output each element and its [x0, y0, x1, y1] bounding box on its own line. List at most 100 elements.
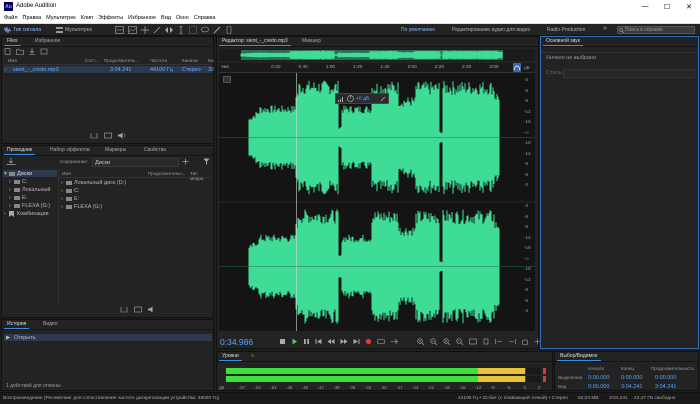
- list-expand-icon[interactable]: ›: [61, 204, 63, 210]
- slip-tool-icon[interactable]: [165, 26, 173, 34]
- stop-icon[interactable]: [279, 338, 286, 345]
- zoom-out-amplitude-icon[interactable]: [430, 338, 438, 345]
- tree-expand-icon[interactable]: ›: [9, 179, 11, 185]
- loop-playback-icon[interactable]: [377, 338, 385, 345]
- list-expand-icon[interactable]: ›: [61, 188, 63, 194]
- col-name[interactable]: Имя: [62, 171, 71, 176]
- volume-knob-icon[interactable]: [347, 95, 354, 102]
- rewind-icon[interactable]: [327, 338, 335, 345]
- lasso-tool-icon[interactable]: [201, 26, 209, 34]
- contents-dropdown[interactable]: Диски: [92, 158, 179, 167]
- tab-essential-sound[interactable]: Основной звук: [543, 38, 583, 46]
- menu-effects[interactable]: Эффекты: [98, 15, 123, 21]
- fast-forward-icon[interactable]: [340, 338, 348, 345]
- spectral-display-icon[interactable]: [115, 25, 124, 34]
- menu-multitrack[interactable]: Мультитрек: [46, 15, 76, 21]
- workspace-radio[interactable]: Radio Production: [547, 27, 585, 33]
- close-button[interactable]: ✕: [678, 0, 700, 13]
- new-file-icon[interactable]: [4, 48, 12, 55]
- add-shortcut-icon[interactable]: [182, 158, 189, 165]
- col-name[interactable]: Имя: [8, 58, 17, 63]
- time-selection-tool-icon[interactable]: [177, 25, 185, 34]
- help-search-input[interactable]: Поиск в справке: [617, 25, 695, 34]
- filter-icon[interactable]: [203, 158, 210, 165]
- razor-tool-icon[interactable]: [153, 26, 161, 34]
- table-row[interactable]: › sient_-_credo.mp3 3:04.241 44100 Гц Ст…: [4, 66, 214, 73]
- col-bits[interactable]: Би: [208, 58, 214, 63]
- tree-item-local[interactable]: › Локальный: [3, 186, 57, 194]
- close-file-icon[interactable]: [40, 48, 48, 55]
- list-item[interactable]: › Локальный диск (D:): [60, 179, 210, 187]
- tab-editor[interactable]: Редактор: sient_-_credo.mp3: [219, 38, 291, 46]
- tree-expand-icon[interactable]: ›: [4, 211, 6, 217]
- zoom-in-left-icon[interactable]: [495, 338, 503, 345]
- maximize-button[interactable]: ☐: [656, 0, 678, 13]
- zoom-vertical-button[interactable]: [513, 63, 521, 72]
- insert-into-multitrack-icon[interactable]: [90, 132, 98, 139]
- view-duration[interactable]: 3:04.241: [655, 384, 676, 390]
- minimize-button[interactable]: —: [634, 0, 656, 13]
- open-file-icon[interactable]: [16, 48, 24, 55]
- pause-icon[interactable]: [303, 338, 310, 345]
- menu-clip[interactable]: Клип: [81, 15, 93, 21]
- menu-help[interactable]: Справка: [194, 15, 216, 21]
- col-status[interactable]: Сост...: [85, 58, 99, 63]
- tab-selection-view[interactable]: Выбор/Видимое: [557, 353, 601, 361]
- tab-levels[interactable]: Уровни: [219, 353, 242, 361]
- spot-healing-icon[interactable]: [225, 25, 233, 34]
- pitch-display-icon[interactable]: [128, 25, 137, 34]
- zoom-in-time-icon[interactable]: [443, 338, 451, 345]
- tab-properties[interactable]: Свойства: [141, 147, 169, 154]
- tree-expand-icon[interactable]: ›: [9, 187, 11, 193]
- marquee-tool-icon[interactable]: [189, 25, 197, 34]
- play-icon[interactable]: [291, 338, 298, 345]
- overview-bar[interactable]: [219, 49, 535, 61]
- zoom-in-amplitude-icon[interactable]: [417, 338, 425, 345]
- tab-files[interactable]: Files: [4, 38, 21, 46]
- record-icon[interactable]: [365, 338, 372, 345]
- tree-item-shortcuts[interactable]: › Комбинации: [3, 210, 57, 217]
- download-icon[interactable]: [6, 158, 16, 165]
- list-item[interactable]: › C:: [60, 187, 210, 195]
- time-ruler[interactable]: чмс 0:20 0:40 1:00 1:20 1:40 2:00 2:20 2:40 3:00: [219, 63, 535, 73]
- panel-menu-icon[interactable]: ≡: [251, 353, 254, 359]
- loop-icon[interactable]: [104, 132, 112, 139]
- tab-video[interactable]: Видео: [40, 321, 61, 328]
- list-expand-icon[interactable]: ›: [61, 196, 63, 202]
- tab-explorer[interactable]: Проводник: [4, 147, 36, 155]
- tree-expand-icon[interactable]: ›: [9, 203, 11, 209]
- hand-icon[interactable]: [521, 338, 529, 345]
- speaker-icon[interactable]: [148, 306, 156, 313]
- workspace-default[interactable]: По умолчанию: [401, 27, 435, 33]
- loop-icon[interactable]: [134, 306, 142, 313]
- list-item[interactable]: › FLEXA (G:): [60, 203, 210, 211]
- tree-item-c[interactable]: › C:: [3, 178, 57, 186]
- multitrack-view-button[interactable]: Мультитрек: [56, 26, 92, 33]
- menu-view[interactable]: Вид: [161, 15, 171, 21]
- history-item[interactable]: ▶ Открыть: [4, 334, 212, 341]
- list-item[interactable]: › E:: [60, 195, 210, 203]
- hud-volume-value[interactable]: +0 дБ: [356, 96, 369, 102]
- tab-markers[interactable]: Маркеры: [102, 147, 129, 154]
- insert-icon[interactable]: [120, 306, 128, 313]
- zoom-out-time-icon[interactable]: [456, 338, 464, 345]
- tree-expand-icon[interactable]: ▾: [4, 171, 7, 177]
- workspaces-overflow[interactable]: »: [603, 25, 607, 32]
- preset-dropdown[interactable]: [563, 69, 695, 78]
- menu-file[interactable]: Файл: [4, 15, 18, 21]
- move-tool-icon[interactable]: [141, 25, 149, 34]
- hud-volume[interactable]: +0 дБ: [335, 93, 389, 104]
- menu-edit[interactable]: Правка: [23, 15, 42, 21]
- tab-history[interactable]: История: [4, 321, 30, 329]
- current-time-display[interactable]: 0:34.986: [220, 337, 253, 347]
- tab-mixer[interactable]: Микшер: [299, 38, 324, 45]
- tab-favorites[interactable]: Избранное: [32, 38, 63, 45]
- waveform-area[interactable]: +0 дБ: [219, 73, 535, 331]
- menu-window[interactable]: Окно: [176, 15, 189, 21]
- pin-icon[interactable]: [380, 96, 386, 102]
- zoom-out-full-icon[interactable]: [469, 338, 477, 345]
- menu-favorites[interactable]: Избранное: [128, 15, 156, 21]
- workspace-audio-video[interactable]: Редактирование аудио для видео: [452, 27, 530, 33]
- tree-item-flexa[interactable]: › FLEXA (G:): [3, 202, 57, 210]
- selection-start[interactable]: 0:00.000: [588, 375, 609, 381]
